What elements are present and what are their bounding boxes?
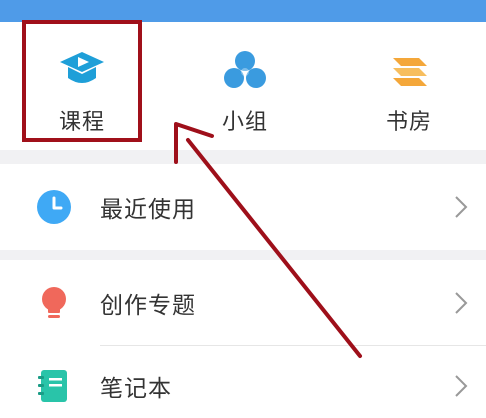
menu-item-label: 最近使用	[100, 197, 196, 223]
group-icon	[224, 51, 266, 88]
chevron-right-icon	[455, 196, 468, 218]
lightbulb-icon	[42, 287, 66, 318]
quick-item-group[interactable]: 小组	[185, 22, 305, 150]
notebook-icon	[38, 370, 67, 402]
top-bar	[0, 0, 486, 22]
menu-item-label: 笔记本	[100, 376, 172, 402]
menu-item-notebook[interactable]: 笔记本	[0, 346, 486, 418]
quick-item-label: 书房	[385, 110, 432, 135]
quick-access-row: 课程 小组 书房	[0, 22, 486, 150]
study-room-icon	[393, 58, 427, 86]
section-gap	[0, 150, 486, 164]
section-gap	[0, 250, 486, 260]
menu-item-label: 创作专题	[100, 293, 196, 319]
chevron-right-icon	[455, 375, 468, 397]
menu-item-creation-topics[interactable]: 创作专题	[0, 260, 486, 346]
quick-item-study-room[interactable]: 书房	[349, 22, 469, 150]
quick-item-course[interactable]: 课程	[22, 22, 142, 150]
clock-icon	[37, 190, 71, 224]
quick-item-label: 小组	[221, 110, 268, 135]
quick-item-label: 课程	[58, 110, 105, 135]
menu-item-recent[interactable]: 最近使用	[0, 164, 486, 250]
chevron-right-icon	[455, 292, 468, 314]
course-icon	[60, 52, 104, 83]
